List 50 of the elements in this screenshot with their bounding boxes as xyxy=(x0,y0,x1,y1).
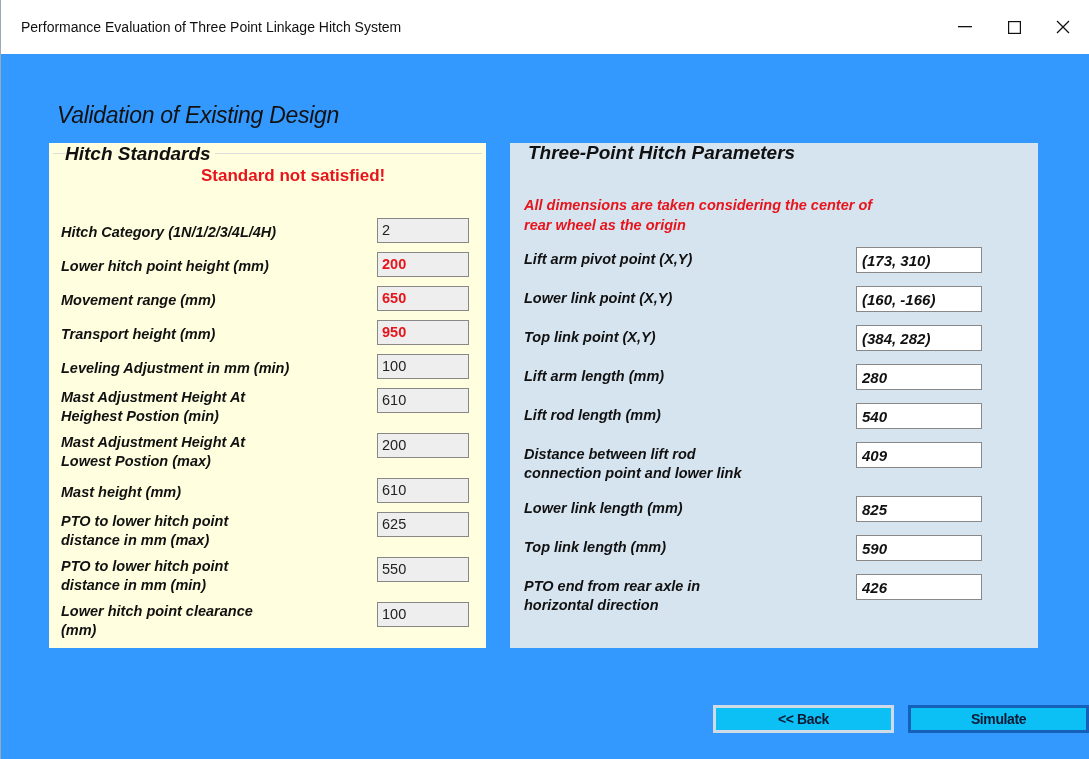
field-label: Mast Adjustment Height At Heighest Postion (min) xyxy=(61,387,247,426)
field-label: Lift arm pivot point (X,Y) xyxy=(524,250,694,270)
value-field[interactable]: 200 xyxy=(377,432,469,458)
value-field[interactable]: 610 xyxy=(377,387,469,413)
value-field[interactable]: 2 xyxy=(377,217,469,243)
status-message: Standard not satisfied! xyxy=(201,166,387,184)
field-label: PTO to lower hitch point distance in mm (min) xyxy=(61,556,230,595)
field-label: Transport height (mm) xyxy=(61,324,217,344)
field-label: Lift arm length (mm) xyxy=(524,367,666,387)
minimize-icon xyxy=(958,26,972,28)
field-label: PTO to lower hitch point distance in mm (max) xyxy=(61,511,230,550)
field-label: Movement range (mm) xyxy=(61,290,217,310)
value-field[interactable]: 409 xyxy=(856,442,982,469)
value-field[interactable]: 280 xyxy=(856,364,982,391)
note-text: All dimensions are taken considering the center of rear wheel as the origin xyxy=(524,196,875,236)
field-label: Hitch Category (1N/1/2/3/4L/4H) xyxy=(61,222,278,242)
value-field[interactable]: 426 xyxy=(856,574,982,601)
field-label: Top link point (X,Y) xyxy=(524,328,657,348)
value-field[interactable]: 825 xyxy=(856,496,982,523)
value-field[interactable]: 625 xyxy=(377,511,469,537)
value-field[interactable]: 100 xyxy=(377,353,469,379)
value-field[interactable]: 540 xyxy=(856,403,982,430)
maximize-icon xyxy=(1007,20,1021,34)
value-field[interactable]: 950 xyxy=(377,319,469,345)
field-label: PTO end from rear axle in horizontal direction xyxy=(524,577,702,616)
value-field[interactable]: (173, 310) xyxy=(856,247,982,274)
panel-title: Three-Point Hitch Parameters xyxy=(528,142,797,164)
field-label: Distance between lift rod connection point and lower link xyxy=(524,445,743,484)
field-label: Lower hitch point height (mm) xyxy=(61,256,270,276)
action-button[interactable]: << Back xyxy=(713,705,894,733)
value-field[interactable]: (384, 282) xyxy=(856,325,982,352)
value-field[interactable]: 100 xyxy=(377,601,469,627)
field-label: Mast height (mm) xyxy=(61,482,183,502)
field-label: Top link length (mm) xyxy=(524,538,668,558)
value-field[interactable]: 590 xyxy=(856,535,982,562)
action-button[interactable]: Simulate xyxy=(908,705,1089,733)
field-label: Lower hitch point clearance (mm) xyxy=(61,601,254,640)
window-title: Performance Evaluation of Three Point Linkage Hitch System xyxy=(21,17,403,37)
field-label: Lower link point (X,Y) xyxy=(524,289,674,309)
value-field[interactable]: 200 xyxy=(377,251,469,277)
field-label: Mast Adjustment Height At Lowest Postion (max) xyxy=(61,432,247,471)
field-label: Lower link length (mm) xyxy=(524,499,684,519)
field-label: Lift rod length (mm) xyxy=(524,406,662,426)
value-field[interactable]: (160, -166) xyxy=(856,286,982,313)
value-field[interactable]: 550 xyxy=(377,556,469,582)
value-field[interactable]: 650 xyxy=(377,285,469,311)
page-heading: Validation of Existing Design xyxy=(57,101,340,130)
value-field[interactable]: 610 xyxy=(377,477,469,503)
field-label: Leveling Adjustment in mm (min) xyxy=(61,358,291,378)
close-icon xyxy=(1056,20,1070,34)
